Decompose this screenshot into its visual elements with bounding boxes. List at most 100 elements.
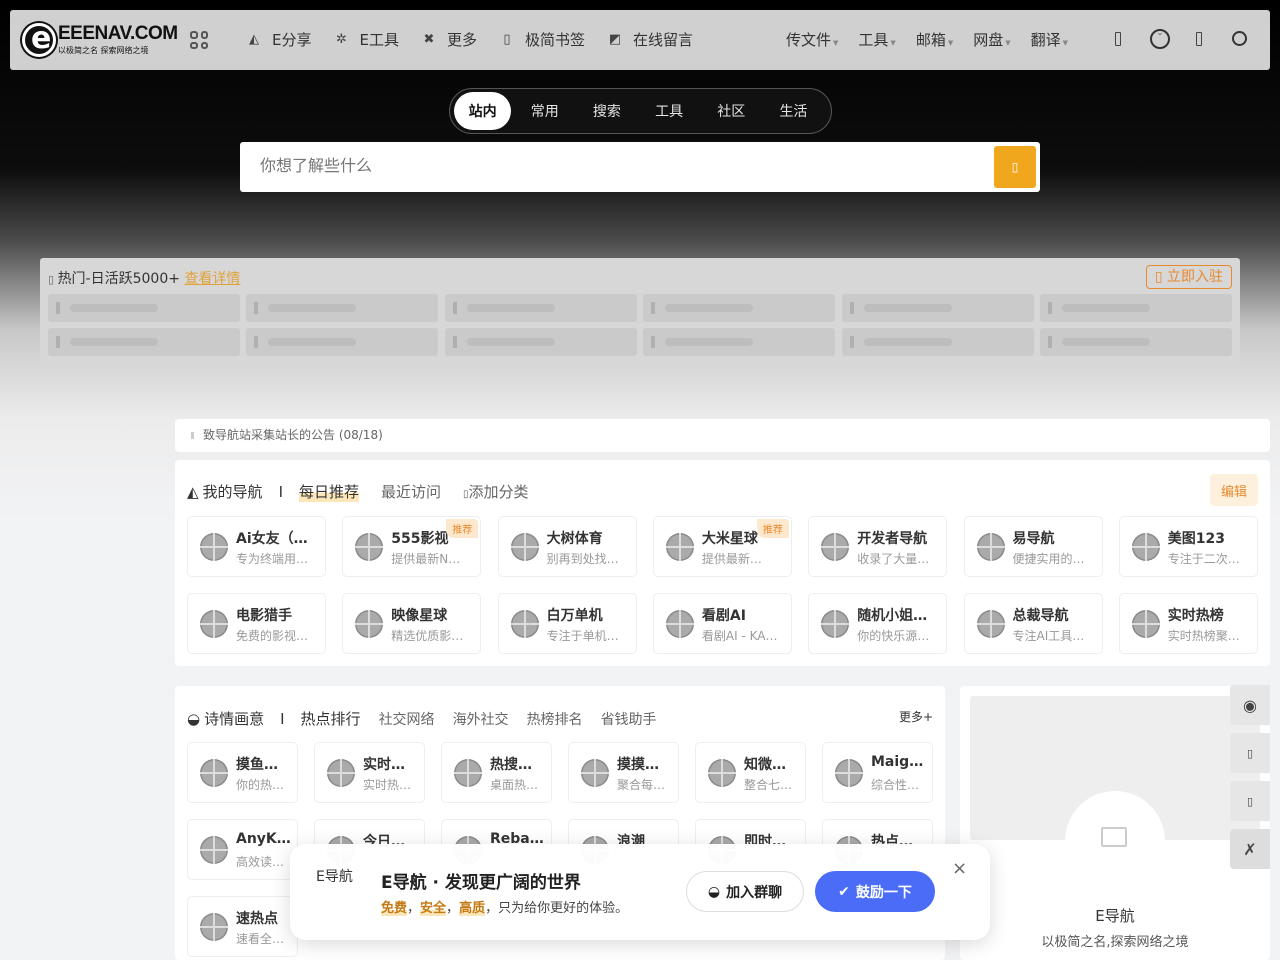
site-card[interactable]: AnyK… 高效读…	[187, 819, 298, 880]
site-card[interactable]: 知微… 整合七…	[695, 742, 806, 803]
site-card[interactable]: 热搜… 桌面热…	[441, 742, 552, 803]
search-icon[interactable]	[1232, 31, 1247, 46]
site-title: 美图123	[1167, 531, 1226, 547]
site-card[interactable]: 随机小姐… 你的快乐源…	[808, 593, 948, 654]
site-card[interactable]: Ai女友（… 专为终端用…	[187, 516, 326, 577]
my-nav-header: ◭ 我的导航 I 每日推荐 最近访问 ▯添加分类	[187, 481, 529, 502]
site-desc: 专为终端用…	[236, 552, 309, 566]
site-desc: 提供最新N…	[391, 552, 461, 566]
tab-search[interactable]: 搜索	[578, 92, 635, 130]
edit-button[interactable]: 编辑	[1210, 474, 1258, 506]
nav-messages[interactable]: ◩ 在线留言	[607, 29, 693, 50]
settings-button[interactable]: ✗	[1230, 829, 1270, 869]
site-desc: 专注于单机…	[546, 629, 619, 643]
float-tool-button[interactable]: ▯	[1230, 781, 1270, 821]
nav-e-tools[interactable]: ✲ E工具	[333, 29, 399, 50]
tab-tools[interactable]: 工具	[641, 92, 698, 130]
site-card[interactable]: 易导航 便捷实用的…	[963, 516, 1103, 577]
tab-recent[interactable]: 最近访问	[381, 481, 441, 502]
placeholder-item	[48, 328, 240, 356]
nav-e-share[interactable]: ◭ E分享	[246, 29, 311, 50]
tab-rankings[interactable]: 热榜排名	[527, 709, 583, 729]
placeholder-item	[1040, 294, 1232, 322]
site-card[interactable]: 实时… 实时热…	[314, 742, 425, 803]
theme-icon[interactable]	[1196, 32, 1202, 46]
site-card[interactable]: Maigoo 综合性…	[822, 742, 933, 803]
site-logo[interactable]: EEENAV.COM 以极简之名 探索网络之境	[22, 21, 182, 57]
globe-icon	[821, 533, 850, 561]
site-card[interactable]: 大树体育 别再到处找…	[497, 516, 637, 577]
placeholder-item	[246, 294, 438, 322]
tab-social[interactable]: 社交网络	[379, 709, 435, 729]
chevron-down-icon: ▼	[833, 39, 839, 47]
globe-icon	[510, 533, 539, 561]
float-tool-button[interactable]: ▯	[1230, 733, 1270, 773]
site-card[interactable]: 速热点 速看全…	[187, 896, 298, 957]
add-category[interactable]: ▯添加分类	[463, 481, 529, 502]
site-card[interactable]: 摸摸… 聚合每…	[568, 742, 679, 803]
join-button[interactable]: ▯ 立即入驻	[1145, 265, 1232, 289]
site-desc: 专注AI工具…	[1012, 629, 1085, 643]
right-nav: 传文件 ▼ 工具 ▼ 邮箱 ▼ 网盘 ▼ 翻译 ▼	[786, 29, 1068, 50]
tab-site[interactable]: 站内	[454, 92, 512, 130]
search-input[interactable]	[260, 142, 960, 192]
tab-community[interactable]: 社区	[703, 92, 760, 130]
notice-bar[interactable]: 致导航站采集站长的公告 (08/18)	[175, 419, 1270, 452]
site-title: 易导航	[1012, 531, 1055, 547]
nav-more[interactable]: ✖ 更多	[421, 29, 477, 50]
triangle-icon: ◭	[249, 32, 259, 47]
globe-icon	[200, 533, 228, 561]
nav-tools[interactable]: 工具 ▼	[858, 29, 895, 50]
nav-translate[interactable]: 翻译 ▼	[1031, 29, 1068, 50]
tab-my-nav[interactable]: 我的导航	[203, 481, 263, 502]
site-card[interactable]: 白万单机 专注于单机…	[497, 593, 637, 654]
nav-bookmarks[interactable]: ▯ 极简书签	[499, 29, 585, 50]
more-link[interactable]: 更多+	[899, 708, 933, 725]
chevron-down-icon: ▼	[1005, 39, 1011, 47]
globe-icon	[665, 610, 694, 638]
site-card[interactable]: 实时热榜 实时热榜聚…	[1118, 593, 1258, 654]
view-toggle-button[interactable]: ◉	[1230, 685, 1270, 725]
close-icon[interactable]: ×	[952, 858, 967, 879]
site-card[interactable]: 开发者导航 收录了大量…	[808, 516, 948, 577]
tab-poem[interactable]: 诗情画意	[204, 708, 264, 729]
recommend-badge: 推荐	[756, 519, 789, 538]
site-desc: 速看全…	[236, 932, 285, 946]
site-card[interactable]: 看剧AI 看剧AI - KA…	[652, 593, 792, 654]
site-card[interactable]: 大米星球 提供最新… 推荐	[652, 516, 792, 577]
site-card[interactable]: 美图123 专注于二次…	[1118, 516, 1258, 577]
image-icon	[1101, 827, 1127, 847]
site-card[interactable]: 555影视 提供最新N… 推荐	[342, 516, 482, 577]
site-desc: 桌面热…	[490, 778, 539, 792]
globe-icon	[976, 610, 1005, 638]
mobile-icon[interactable]	[1115, 32, 1121, 46]
tab-hot-rank[interactable]: 热点排行	[301, 708, 361, 729]
donate-button[interactable]: ✔ 鼓励一下	[815, 871, 935, 912]
join-chat-label: 加入群聊	[726, 884, 783, 901]
nav-upload[interactable]: 传文件 ▼	[786, 29, 838, 50]
nav-mail[interactable]: 邮箱 ▼	[916, 29, 953, 50]
face-icon[interactable]: ˘	[1150, 29, 1170, 49]
nav-netdisk[interactable]: 网盘 ▼	[973, 29, 1010, 50]
tab-life[interactable]: 生活	[765, 92, 822, 130]
nav-label: 传文件	[786, 31, 832, 49]
shuffle-icon: ✖	[423, 32, 435, 47]
hot-title-text: 热门-日活跃5000+	[57, 271, 180, 287]
search-button[interactable]: ▯	[994, 146, 1036, 188]
globe-icon	[200, 610, 228, 638]
globe-icon	[355, 610, 384, 638]
tab-daily[interactable]: 每日推荐	[299, 481, 360, 502]
tab-overseas[interactable]: 海外社交	[453, 709, 509, 729]
hot-details-link[interactable]: 查看详情	[184, 271, 240, 287]
site-card[interactable]: 电影猎手 免费的影视…	[187, 593, 326, 654]
site-card[interactable]: 映像星球 精选优质影…	[342, 593, 482, 654]
tab-common[interactable]: 常用	[516, 92, 573, 130]
leaf-icon: ◒	[187, 709, 201, 728]
site-card[interactable]: 摸鱼… 你的热…	[187, 742, 298, 803]
site-desc: 看剧AI - KA…	[701, 629, 778, 643]
site-title: 看剧AI	[701, 608, 746, 624]
join-chat-button[interactable]: ◒ 加入群聊	[686, 871, 804, 912]
site-card[interactable]: 总裁导航 专注AI工具…	[963, 593, 1103, 654]
app-grid-icon[interactable]	[190, 31, 208, 49]
tab-savings[interactable]: 省钱助手	[601, 709, 657, 729]
